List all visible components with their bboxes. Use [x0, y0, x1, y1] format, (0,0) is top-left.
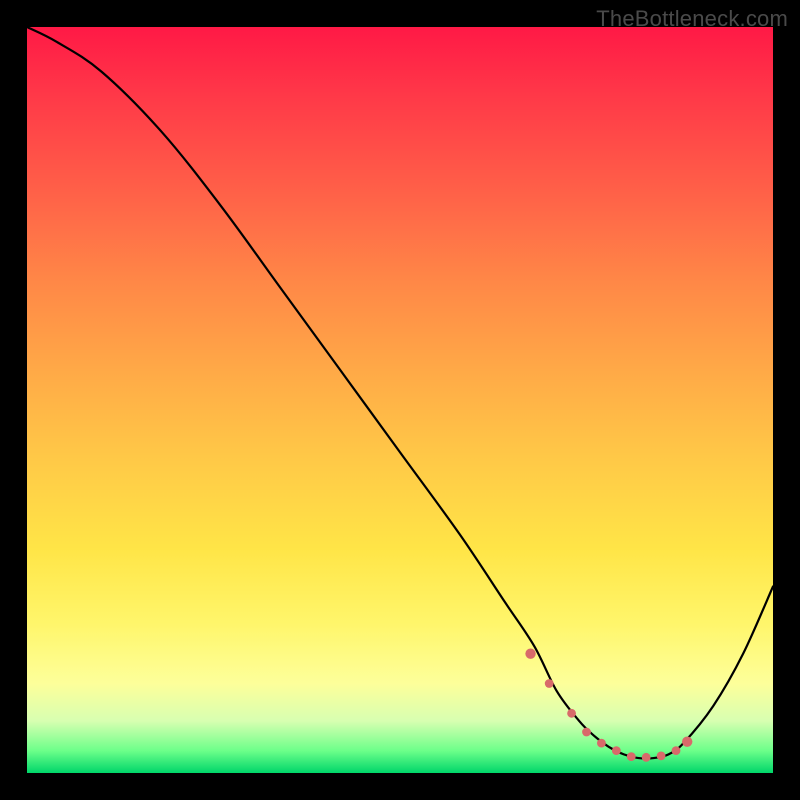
optimal-marker: [627, 752, 636, 761]
optimal-marker: [612, 746, 621, 755]
optimal-marker: [672, 746, 681, 755]
optimal-marker: [597, 739, 606, 748]
plot-area: [27, 27, 773, 773]
bottleneck-curve: [27, 27, 773, 759]
chart-svg: [27, 27, 773, 773]
watermark-text: TheBottleneck.com: [596, 6, 788, 32]
optimal-marker: [545, 679, 554, 688]
optimal-marker: [682, 736, 692, 746]
optimal-marker: [567, 709, 576, 718]
optimal-marker: [657, 751, 666, 760]
optimal-point-markers: [525, 648, 692, 761]
optimal-marker: [642, 753, 651, 762]
optimal-marker: [582, 728, 591, 737]
chart-frame: TheBottleneck.com: [0, 0, 800, 800]
optimal-marker: [525, 648, 535, 658]
